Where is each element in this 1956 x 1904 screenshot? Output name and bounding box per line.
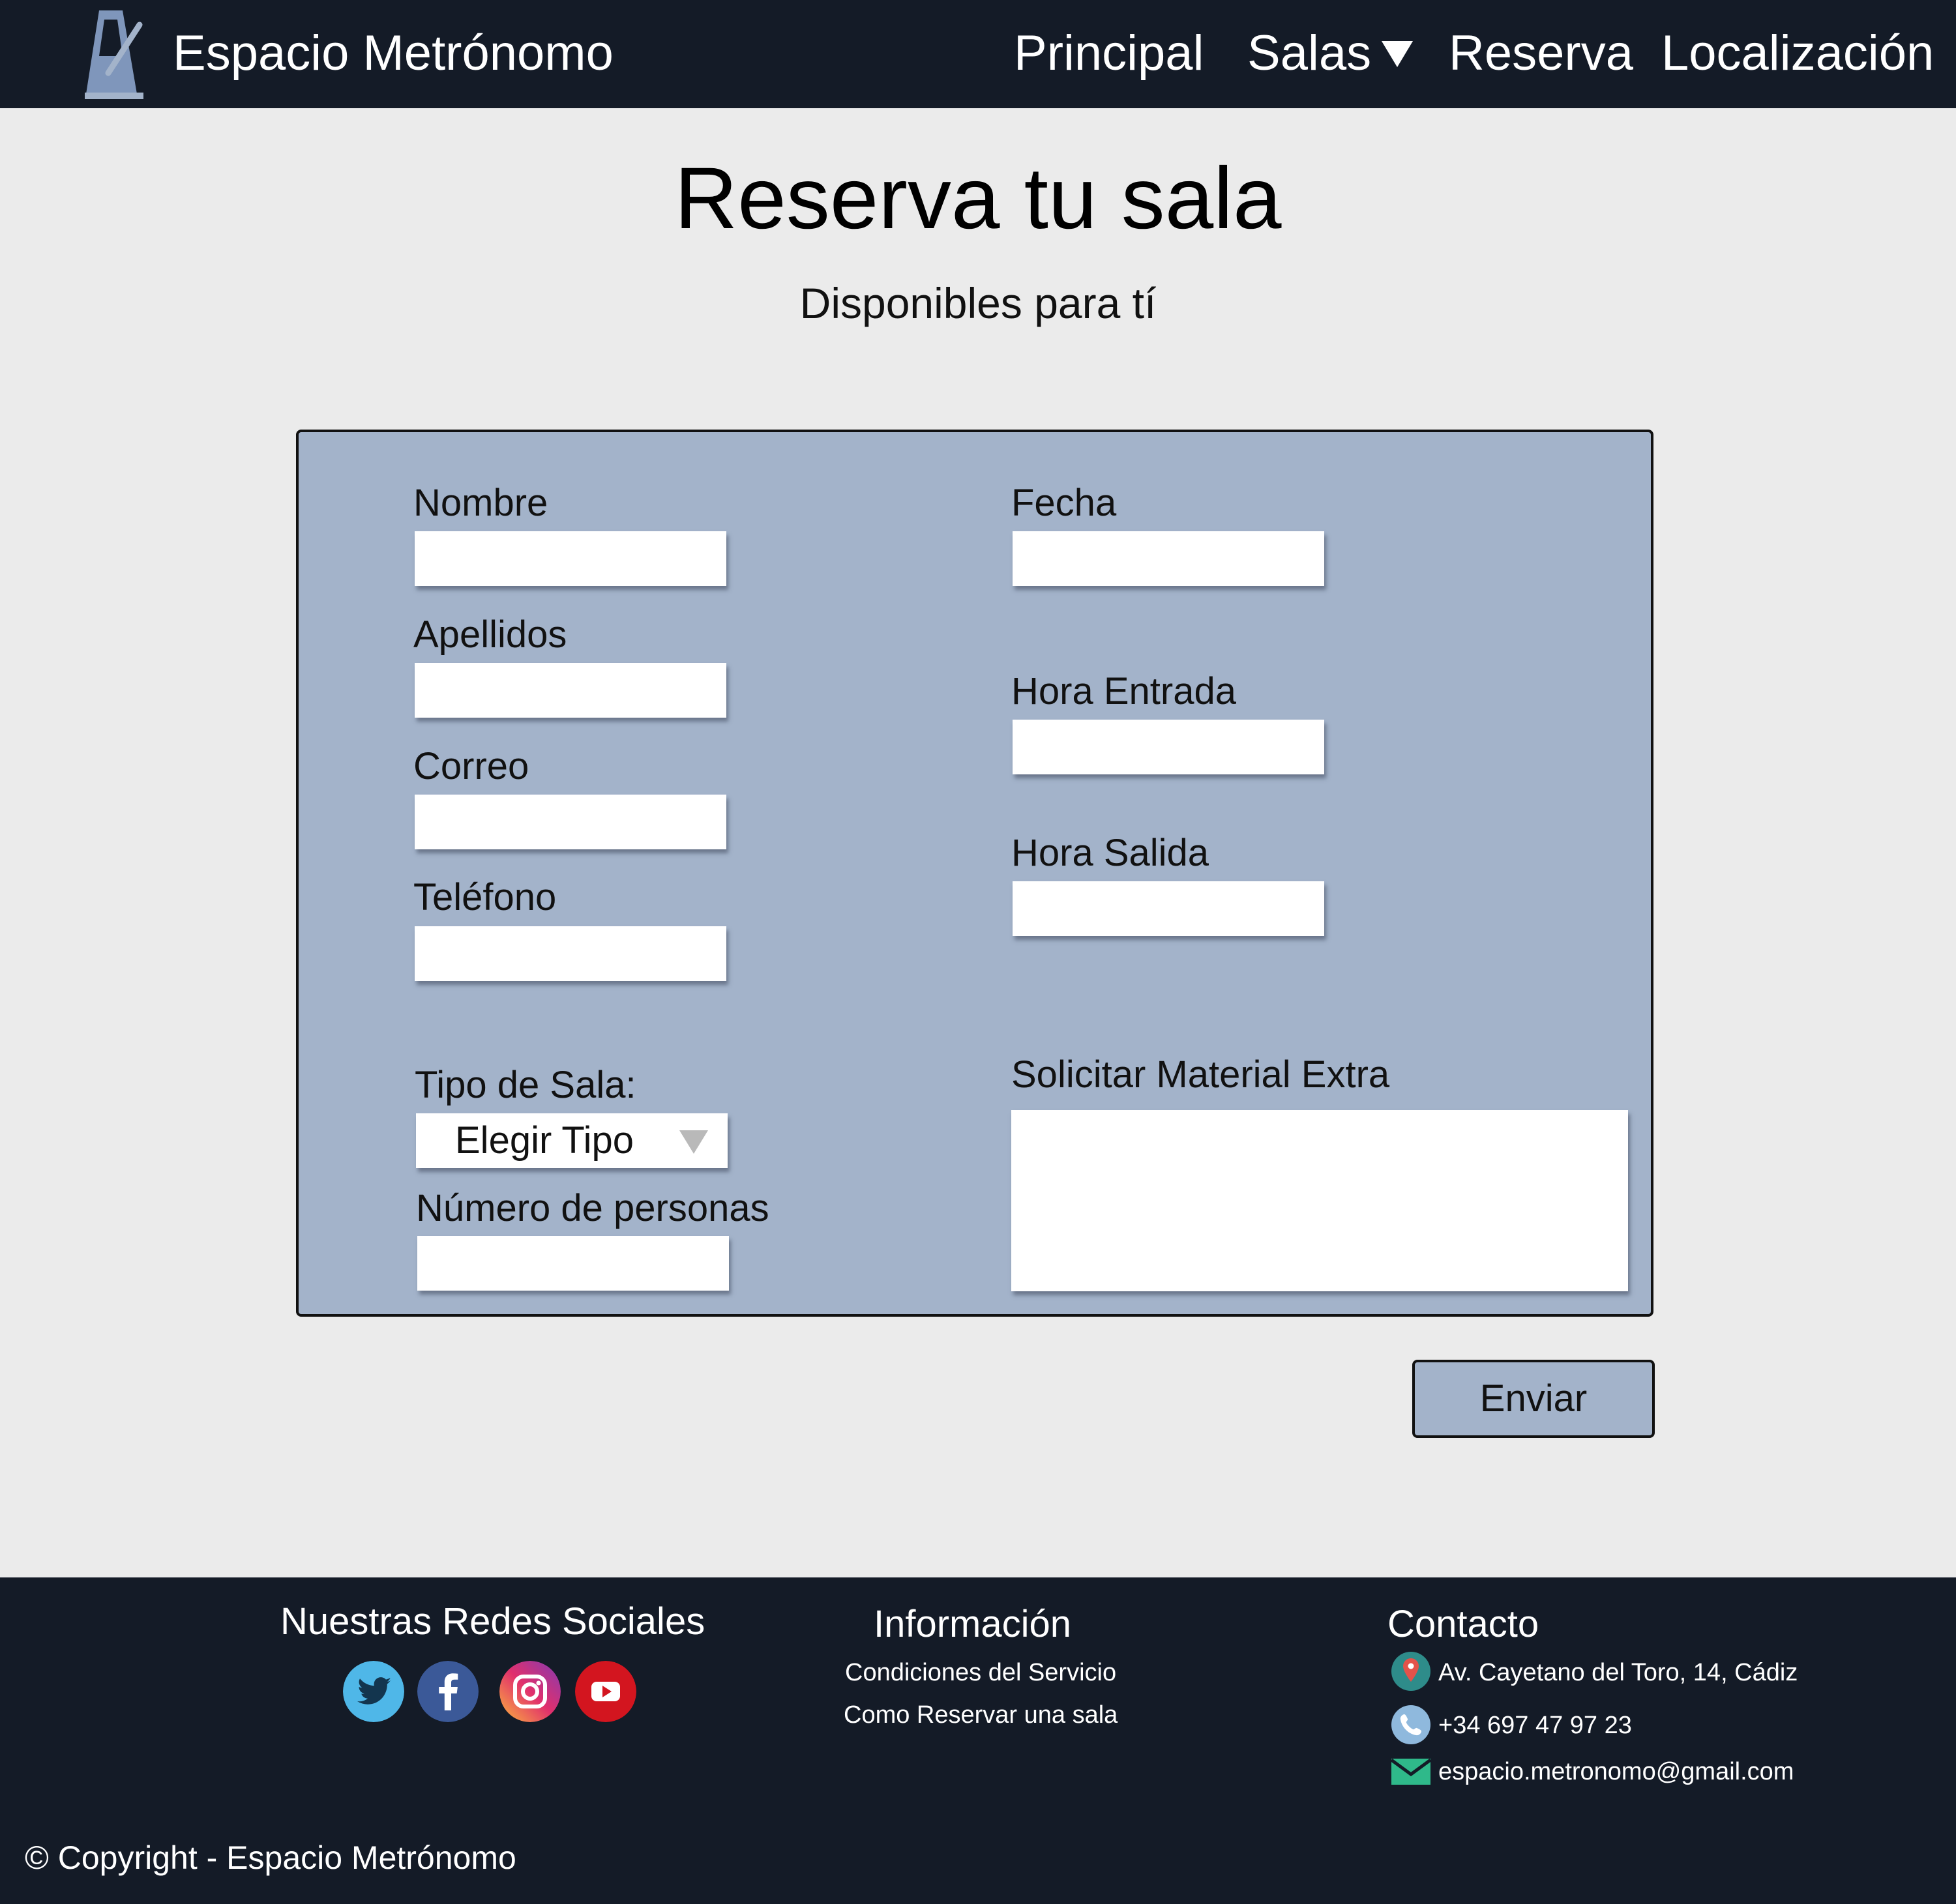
label-fecha: Fecha — [1011, 482, 1117, 524]
info-heading: Información — [874, 1603, 1072, 1645]
label-hora-entrada: Hora Entrada — [1011, 670, 1236, 712]
metronome-logo-icon[interactable] — [85, 10, 143, 99]
nav-localizacion[interactable]: Localización — [1661, 22, 1934, 85]
facebook-icon[interactable] — [417, 1661, 479, 1722]
reservation-form: Nombre Apellidos Correo Teléfono Tipo de… — [296, 430, 1653, 1317]
nav-salas-label: Salas — [1247, 25, 1372, 81]
brand-name[interactable]: Espacio Metrónomo — [173, 22, 614, 85]
youtube-icon[interactable] — [575, 1661, 636, 1722]
link-condiciones[interactable]: Condiciones del Servicio — [845, 1657, 1116, 1688]
mail-icon — [1390, 1758, 1432, 1785]
dropdown-arrow-icon — [679, 1130, 708, 1154]
label-correo: Correo — [413, 745, 529, 787]
numero-personas-input[interactable] — [417, 1236, 729, 1291]
top-navbar: Espacio Metrónomo Principal Salas Reserv… — [0, 0, 1956, 108]
tipo-sala-selected: Elegir Tipo — [455, 1119, 634, 1162]
label-numero-personas: Número de personas — [416, 1187, 769, 1229]
material-extra-textarea[interactable] — [1011, 1110, 1628, 1291]
nav-reserva[interactable]: Reserva — [1449, 22, 1633, 85]
contact-phone: +34 697 47 97 23 — [1438, 1712, 1632, 1739]
instagram-icon[interactable] — [499, 1661, 561, 1722]
label-material-extra: Solicitar Material Extra — [1011, 1053, 1390, 1096]
caret-down-icon — [1382, 40, 1414, 67]
page-subtitle: Disponibles para tí — [799, 279, 1157, 327]
nombre-input[interactable] — [415, 531, 726, 586]
hora-salida-input[interactable] — [1013, 881, 1324, 936]
label-hora-salida: Hora Salida — [1011, 832, 1209, 874]
label-nombre: Nombre — [413, 482, 548, 524]
social-heading: Nuestras Redes Sociales — [280, 1600, 705, 1643]
fecha-input[interactable] — [1013, 531, 1324, 586]
correo-input[interactable] — [415, 795, 726, 849]
copyright: © Copyright - Espacio Metrónomo — [25, 1839, 516, 1876]
enviar-button[interactable]: Enviar — [1412, 1360, 1655, 1438]
twitter-icon[interactable] — [343, 1661, 404, 1722]
nav-salas-dropdown[interactable]: Salas — [1247, 22, 1414, 85]
location-pin-icon — [1391, 1652, 1430, 1691]
page-title: Reserva tu sala — [674, 150, 1282, 247]
contact-email[interactable]: espacio.metronomo@gmail.com — [1438, 1756, 1794, 1787]
contact-heading: Contacto — [1387, 1603, 1539, 1645]
label-apellidos: Apellidos — [413, 613, 567, 656]
contact-address: Av. Cayetano del Toro, 14, Cádiz — [1438, 1659, 1798, 1686]
link-como-reservar[interactable]: Como Reservar una sala — [844, 1699, 1118, 1731]
telefono-input[interactable] — [415, 926, 726, 981]
hora-entrada-input[interactable] — [1013, 720, 1324, 774]
nav-principal[interactable]: Principal — [1014, 22, 1204, 85]
apellidos-input[interactable] — [415, 663, 726, 718]
phone-icon — [1391, 1705, 1430, 1744]
footer: Nuestras Redes Sociales Información Cond… — [0, 1577, 1956, 1904]
label-tipo-sala: Tipo de Sala: — [415, 1064, 636, 1106]
label-telefono: Teléfono — [413, 876, 557, 918]
tipo-sala-select[interactable]: Elegir Tipo — [416, 1113, 728, 1168]
